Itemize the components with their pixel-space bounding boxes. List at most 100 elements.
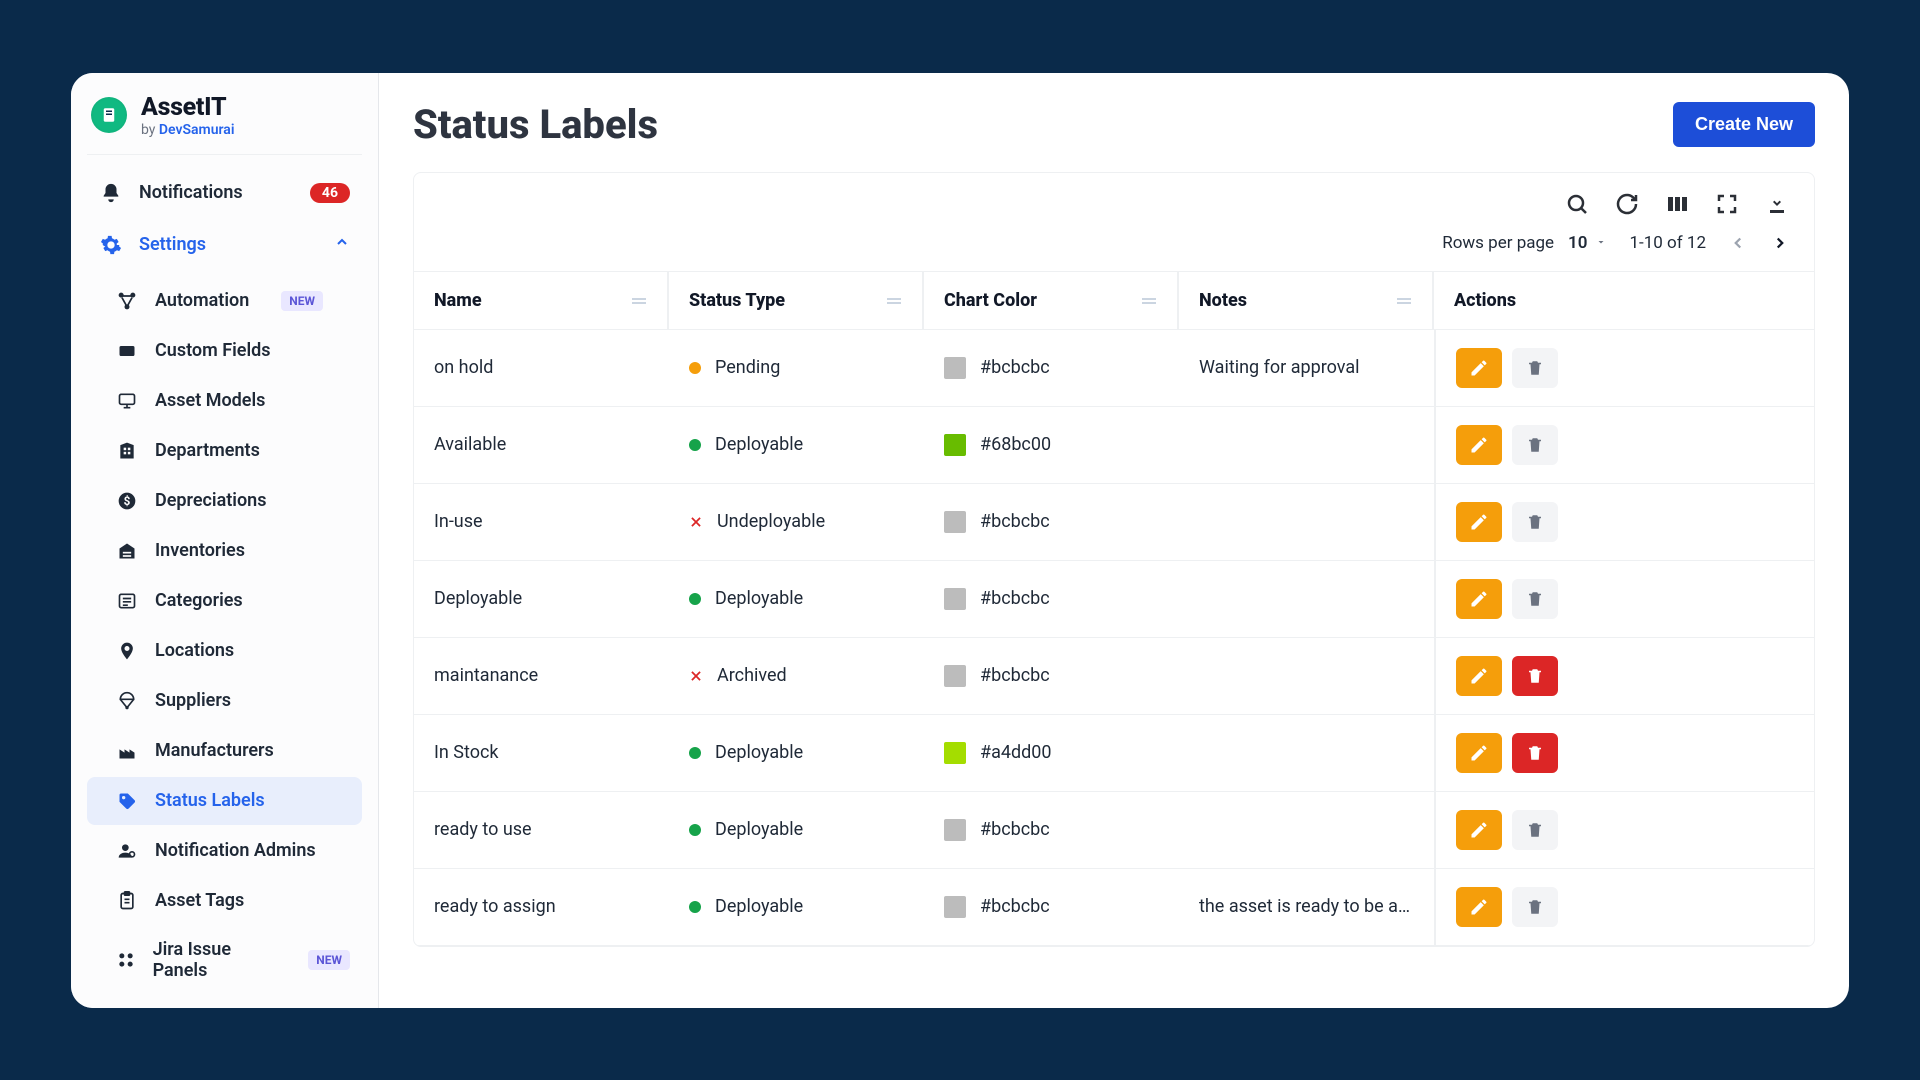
status-dot-icon <box>689 362 701 374</box>
delete-button[interactable] <box>1512 502 1558 542</box>
delete-button[interactable] <box>1512 656 1558 696</box>
color-value: #bcbcbc <box>980 896 1050 917</box>
brand-by-link[interactable]: DevSamurai <box>159 122 235 138</box>
edit-button[interactable] <box>1456 656 1502 696</box>
drag-handle-icon[interactable] <box>886 290 902 311</box>
sub-locations[interactable]: Locations <box>87 627 362 675</box>
sub-automation[interactable]: Automation NEW <box>87 277 362 325</box>
chevron-up-icon <box>334 234 350 255</box>
svg-text:$: $ <box>124 494 131 508</box>
sub-status-labels[interactable]: Status Labels <box>87 777 362 825</box>
edit-button[interactable] <box>1456 425 1502 465</box>
drag-handle-icon[interactable] <box>631 290 647 311</box>
status-dot-icon <box>689 593 701 605</box>
sub-inventories[interactable]: Inventories <box>87 527 362 575</box>
rows-per-page-label: Rows per page <box>1442 233 1554 253</box>
color-value: #bcbcbc <box>980 357 1050 378</box>
edit-button[interactable] <box>1456 579 1502 619</box>
app-window: AssetIT by DevSamurai Notifications 46 S <box>71 73 1849 1008</box>
sub-locations-label: Locations <box>155 640 234 661</box>
monitor-icon <box>115 389 139 413</box>
sub-custom-fields[interactable]: Custom Fields <box>87 327 362 375</box>
sub-asset-models[interactable]: Asset Models <box>87 377 362 425</box>
pagination: Rows per page 10 1-10 of 12 <box>414 223 1814 271</box>
delete-button[interactable] <box>1512 348 1558 388</box>
sub-permissions[interactable]: Permissions <box>87 995 362 1008</box>
sub-categories[interactable]: Categories <box>87 577 362 625</box>
sub-notification-admins[interactable]: Notification Admins <box>87 827 362 875</box>
edit-button[interactable] <box>1456 810 1502 850</box>
color-value: #bcbcbc <box>980 665 1050 686</box>
cell-actions <box>1434 484 1814 560</box>
sub-depreciations[interactable]: $ Depreciations <box>87 477 362 525</box>
delete-button[interactable] <box>1512 887 1558 927</box>
search-icon[interactable] <box>1564 191 1590 217</box>
col-chart-color[interactable]: Chart Color <box>924 272 1179 329</box>
sub-departments-label: Departments <box>155 440 260 461</box>
page-header: Status Labels Create New <box>413 101 1815 148</box>
sub-depreciations-label: Depreciations <box>155 490 266 511</box>
download-icon[interactable] <box>1764 191 1790 217</box>
edit-button[interactable] <box>1456 733 1502 773</box>
fullscreen-icon[interactable] <box>1714 191 1740 217</box>
cell-name: In-use <box>414 484 669 560</box>
status-type-label: Deployable <box>715 896 803 917</box>
cell-actions <box>1434 407 1814 483</box>
edit-button[interactable] <box>1456 887 1502 927</box>
col-name[interactable]: Name <box>414 272 669 329</box>
brand-text: AssetIT by DevSamurai <box>141 93 234 138</box>
sub-asset-models-label: Asset Models <box>155 390 265 411</box>
delete-button[interactable] <box>1512 733 1558 773</box>
sub-automation-label: Automation <box>155 290 249 311</box>
table-row: ready to assignDeployable#bcbcbcthe asse… <box>414 869 1814 946</box>
sub-suppliers[interactable]: Suppliers <box>87 677 362 725</box>
drag-handle-icon[interactable] <box>1396 290 1412 311</box>
col-notes[interactable]: Notes <box>1179 272 1434 329</box>
delete-button[interactable] <box>1512 425 1558 465</box>
cell-chart-color: #bcbcbc <box>924 330 1179 406</box>
nav-settings[interactable]: Settings <box>87 221 362 269</box>
sub-manufacturers[interactable]: Manufacturers <box>87 727 362 775</box>
sub-departments[interactable]: Departments <box>87 427 362 475</box>
next-page-button[interactable] <box>1770 233 1790 253</box>
sub-asset-tags[interactable]: Asset Tags <box>87 877 362 925</box>
refresh-icon[interactable] <box>1614 191 1640 217</box>
prev-page-button[interactable] <box>1728 233 1748 253</box>
sidebar: AssetIT by DevSamurai Notifications 46 S <box>71 73 379 1008</box>
clipboard-icon <box>115 889 139 913</box>
create-new-button[interactable]: Create New <box>1673 102 1815 147</box>
cell-status-type: Deployable <box>669 792 924 868</box>
cell-actions <box>1434 330 1814 406</box>
drag-handle-icon[interactable] <box>1141 290 1157 311</box>
location-icon <box>115 639 139 663</box>
notifications-badge: 46 <box>310 183 350 203</box>
cell-chart-color: #bcbcbc <box>924 484 1179 560</box>
warehouse-icon <box>115 539 139 563</box>
sub-jira-panels[interactable]: Jira Issue Panels NEW <box>87 927 362 993</box>
status-dot-icon <box>689 901 701 913</box>
table-row: AvailableDeployable#68bc00 <box>414 407 1814 484</box>
edit-button[interactable] <box>1456 348 1502 388</box>
permissions-icon <box>115 1007 139 1008</box>
edit-button[interactable] <box>1456 502 1502 542</box>
cell-status-type: Undeployable <box>669 484 924 560</box>
cell-notes <box>1179 638 1434 714</box>
rows-per-page-value: 10 <box>1568 233 1587 253</box>
cell-actions <box>1434 792 1814 868</box>
cell-status-type: Archived <box>669 638 924 714</box>
rows-per-page-select[interactable]: 10 <box>1568 233 1607 253</box>
brand-by-prefix: by <box>141 122 159 138</box>
building-icon <box>115 439 139 463</box>
cell-notes: the asset is ready to be a… <box>1179 869 1434 945</box>
rows-per-page: Rows per page 10 <box>1442 233 1607 253</box>
cell-chart-color: #bcbcbc <box>924 638 1179 714</box>
table-row: DeployableDeployable#bcbcbc <box>414 561 1814 638</box>
col-status-type[interactable]: Status Type <box>669 272 924 329</box>
delete-button[interactable] <box>1512 579 1558 619</box>
delete-button[interactable] <box>1512 810 1558 850</box>
color-swatch <box>944 511 966 533</box>
cell-notes <box>1179 792 1434 868</box>
nav-notifications[interactable]: Notifications 46 <box>87 169 362 217</box>
panels-icon <box>115 948 137 972</box>
columns-icon[interactable] <box>1664 191 1690 217</box>
